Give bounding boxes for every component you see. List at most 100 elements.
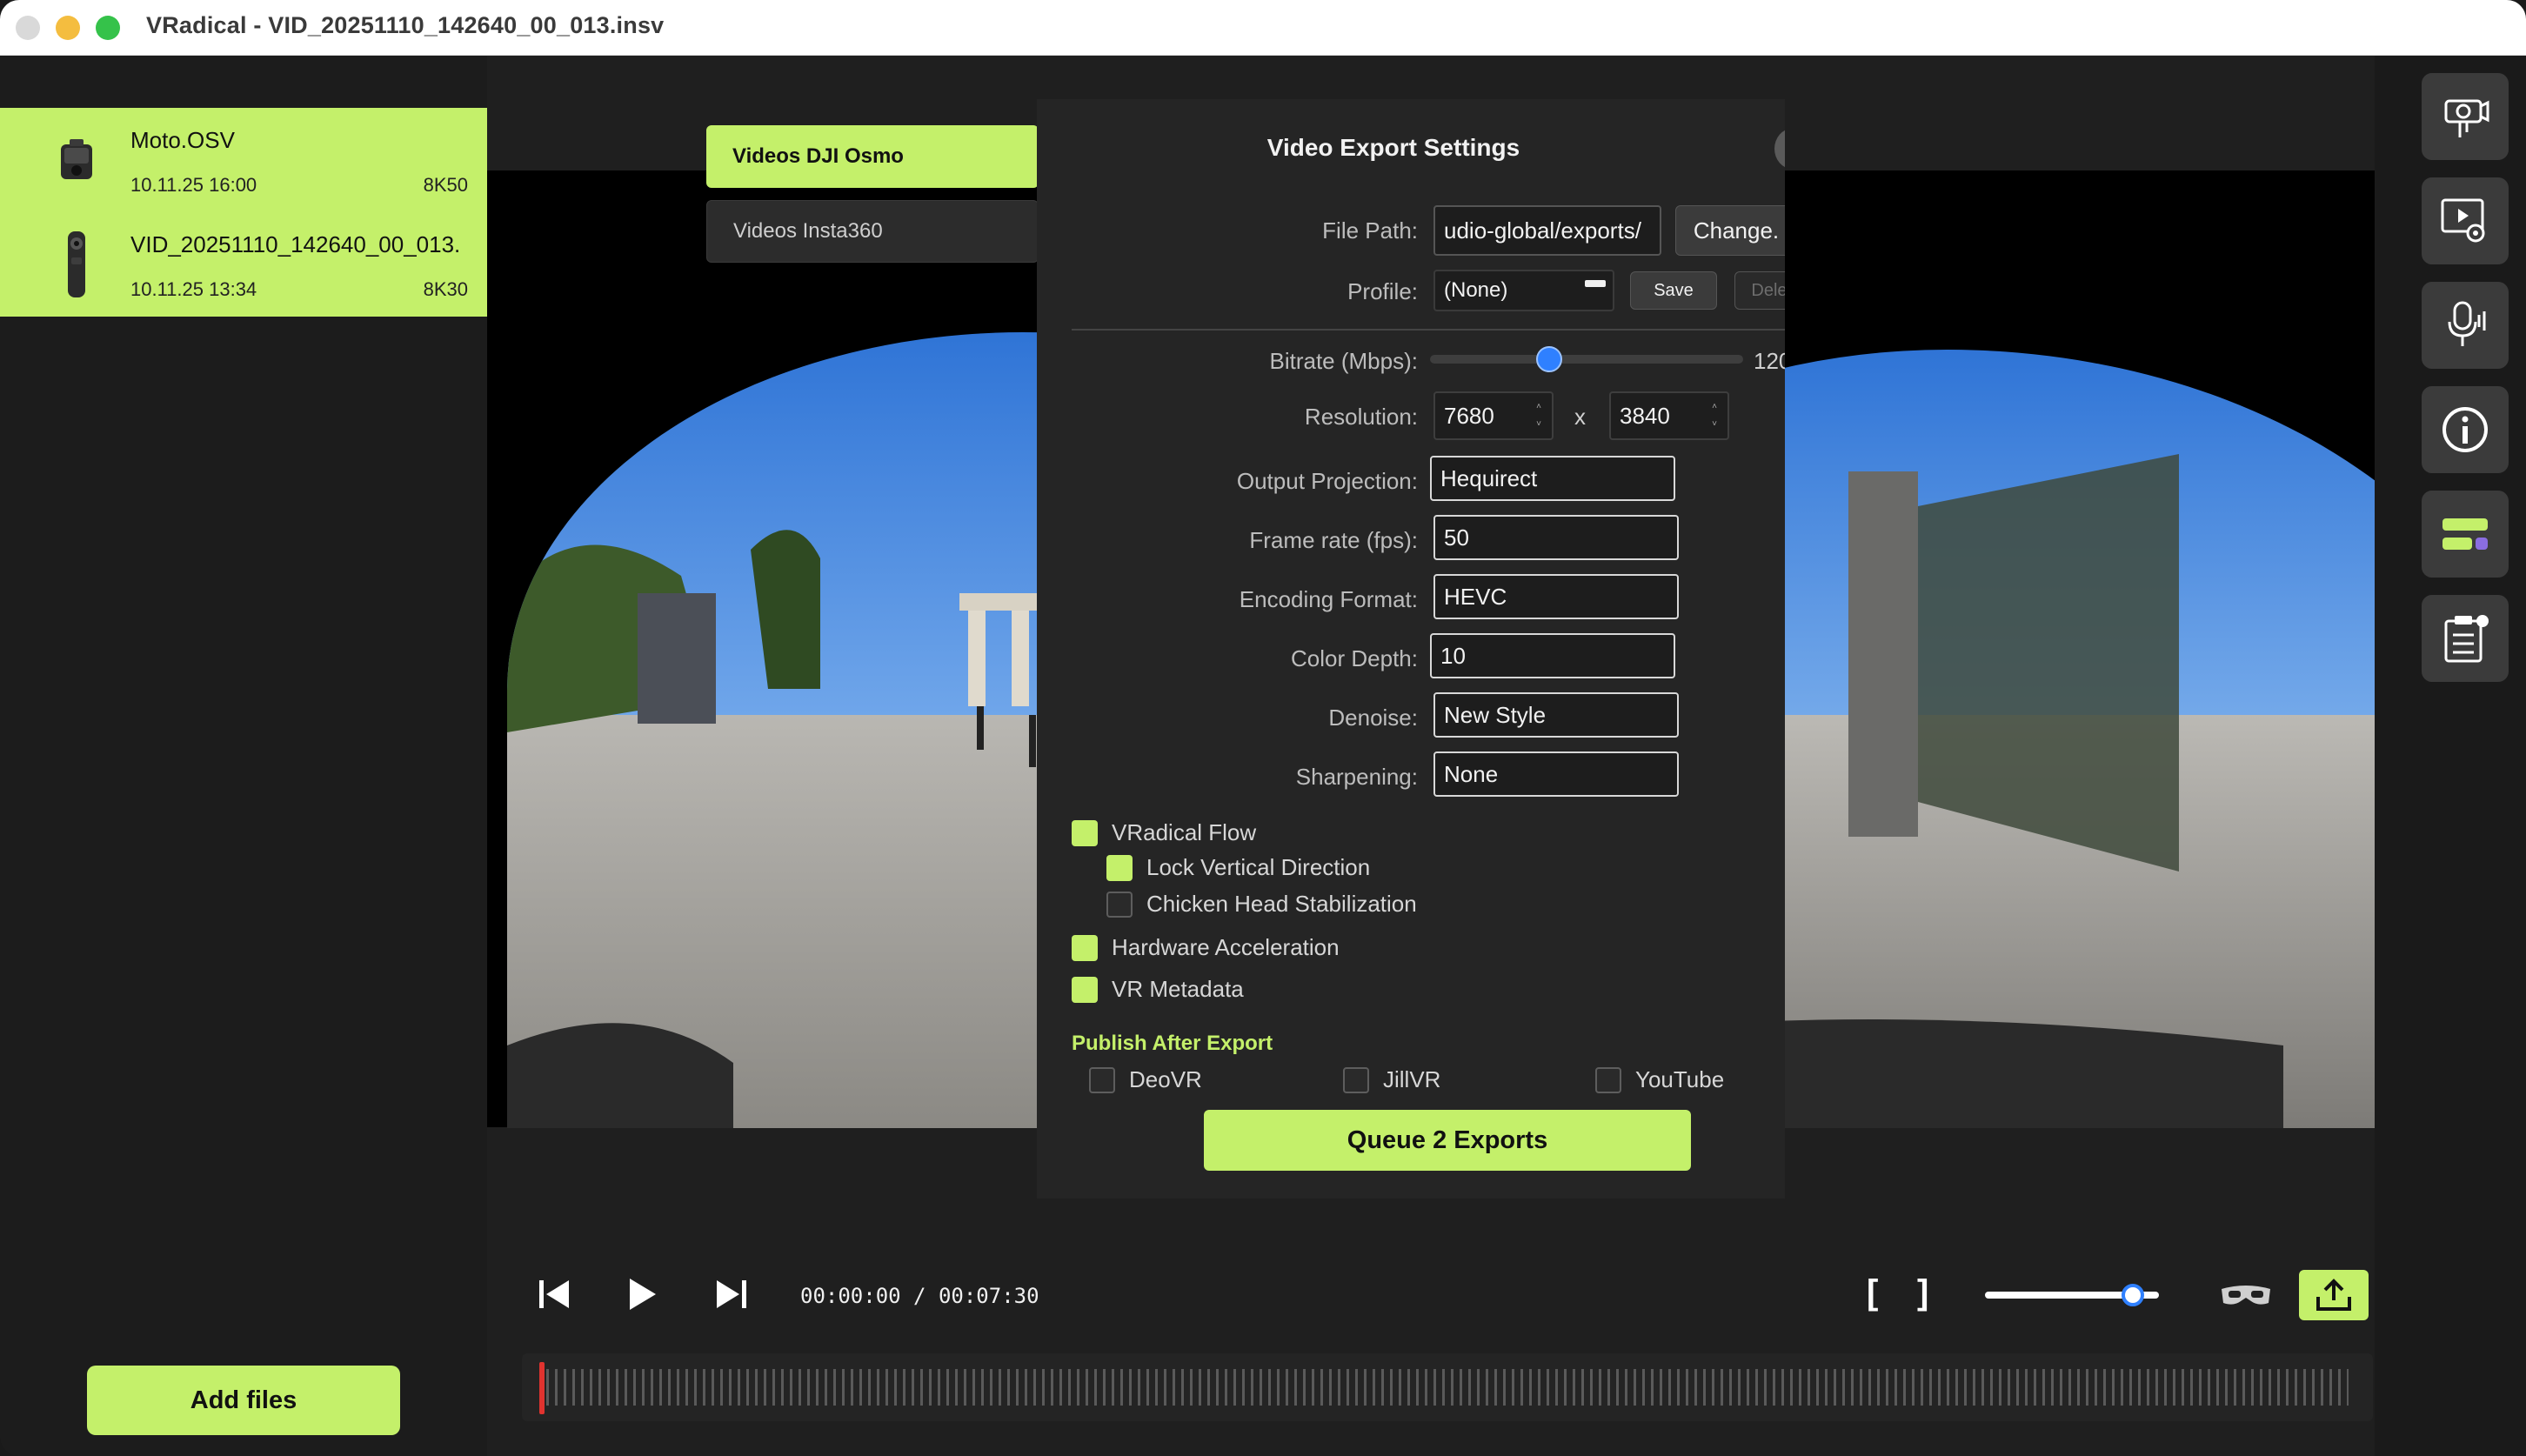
queue-exports-button[interactable]: Queue 2 Exports (1204, 1110, 1691, 1171)
file-list-item[interactable]: Moto.OSV 10.11.25 16:00 8K50 (0, 108, 487, 212)
deovr-checkbox[interactable]: DeoVR (1089, 1066, 1202, 1093)
checkbox-unchecked-icon (1595, 1066, 1621, 1093)
output-projection-select[interactable]: Hequirect (1430, 456, 1675, 501)
window-title: VRadical - VID_20251110_142640_00_013.in… (146, 12, 665, 38)
panel-title: Video Export Settings (1266, 134, 1520, 161)
chicken-head-stabilization-checkbox[interactable]: Chicken Head Stabilization (1106, 891, 1417, 918)
bitrate-slider-thumb[interactable] (1535, 346, 1562, 372)
audio-settings-button[interactable] (2422, 282, 2509, 369)
color-depth-select[interactable]: 10 (1430, 633, 1675, 678)
timeline-track[interactable] (546, 1369, 2349, 1406)
encoding-format-select[interactable]: HEVC (1433, 574, 1679, 619)
tool-rail (2375, 56, 2526, 1456)
timeline-zoom-thumb[interactable] (2122, 1284, 2144, 1306)
youtube-label: YouTube (1635, 1066, 1725, 1092)
clipboard-list-icon (2444, 615, 2489, 663)
export-settings-panel: Video Export Settings File Path: udio-gl… (1037, 99, 1785, 1199)
timecode: 00:00:00 / 00:07:30 (800, 1284, 1039, 1308)
file-path-field[interactable]: udio-global/exports/ (1433, 205, 1661, 256)
export-settings-toggle-button[interactable] (2422, 491, 2509, 578)
resolution-height: 3840 (1620, 402, 1670, 429)
chicken-head-stabilization-label: Chicken Head Stabilization (1146, 891, 1417, 917)
file-resolution: 8K50 (423, 174, 468, 196)
vr-headset-icon[interactable] (2218, 1280, 2274, 1312)
minimize-window-button[interactable] (56, 16, 80, 40)
audio-icon (2448, 301, 2486, 346)
checkbox-unchecked-icon (1106, 891, 1133, 918)
set-in-point-button[interactable]: [ (1867, 1273, 1878, 1312)
set-out-point-button[interactable]: ] (1917, 1273, 1928, 1312)
divider (1072, 329, 1785, 331)
tab-videos-dji-osmo[interactable]: Videos DJI Osmo (706, 125, 1039, 188)
export-button[interactable] (2299, 1270, 2369, 1320)
video-settings-button[interactable] (2422, 177, 2509, 264)
frame-rate-select[interactable]: 50 (1433, 515, 1679, 560)
info-icon (2442, 407, 2488, 452)
resolution-height-field[interactable]: 3840 ˄ ˅ (1609, 391, 1729, 440)
save-profile-button[interactable]: Save (1630, 271, 1717, 310)
encoding-format-label: Encoding Format: (1239, 586, 1418, 612)
change-path-button[interactable]: Change. (1675, 205, 1785, 256)
app-window: VRadical - VID_20251110_142640_00_013.in… (0, 0, 2526, 1456)
sharpening-label: Sharpening: (1295, 764, 1418, 790)
add-files-button[interactable]: Add files (87, 1366, 400, 1435)
info-button[interactable] (2422, 386, 2509, 473)
checkbox-unchecked-icon (1089, 1066, 1115, 1093)
resolution-width-field[interactable]: 7680 ˄ ˅ (1433, 391, 1554, 440)
profile-value: (None) (1444, 278, 1508, 302)
hardware-acceleration-checkbox[interactable]: Hardware Acceleration (1072, 934, 1340, 961)
timeline[interactable] (522, 1353, 2373, 1421)
lock-vertical-direction-label: Lock Vertical Direction (1146, 854, 1371, 880)
lock-vertical-direction-checkbox[interactable]: Lock Vertical Direction (1106, 854, 1370, 881)
maximize-window-button[interactable] (96, 16, 120, 40)
width-stepper-icon[interactable]: ˄ ˅ (1531, 398, 1547, 433)
sharpening-select[interactable]: None (1433, 751, 1679, 797)
export-queue-button[interactable] (2422, 595, 2509, 682)
dropdown-icon (1585, 280, 1606, 287)
delete-profile-button[interactable]: Dele (1734, 271, 1785, 310)
play-icon[interactable] (623, 1275, 661, 1313)
vradical-flow-label: VRadical Flow (1112, 819, 1257, 845)
action-camera-icon (61, 139, 92, 179)
checkbox-checked-icon (1072, 819, 1098, 846)
file-resolution: 8K30 (423, 278, 468, 300)
main-area: Videos DJI Osmo Videos Insta360 Video Ex… (487, 56, 2526, 1456)
jillvr-checkbox[interactable]: JillVR (1343, 1066, 1440, 1093)
checkbox-unchecked-icon (1343, 1066, 1369, 1093)
hardware-acceleration-label: Hardware Acceleration (1112, 934, 1340, 960)
frame-rate-label: Frame rate (fps): (1249, 527, 1418, 553)
output-projection-label: Output Projection: (1236, 468, 1418, 494)
close-panel-button[interactable] (1774, 129, 1785, 169)
skip-to-end-icon[interactable] (712, 1275, 750, 1313)
skip-to-start-icon[interactable] (536, 1275, 574, 1313)
video-gear-icon (2441, 198, 2485, 243)
vradical-flow-checkbox[interactable]: VRadical Flow (1072, 819, 1256, 846)
tab-videos-insta360[interactable]: Videos Insta360 (706, 200, 1039, 263)
camera-settings-icon (2444, 99, 2489, 137)
upload-icon (2316, 1279, 2351, 1311)
bitrate-value: 120 (1754, 348, 1785, 374)
file-list-item[interactable]: VID_20251110_142640_00_013. 10.11.25 13:… (0, 212, 487, 317)
checkbox-checked-icon (1072, 934, 1098, 961)
toggles-icon (2442, 518, 2488, 550)
vr-metadata-checkbox[interactable]: VR Metadata (1072, 976, 1244, 1003)
file-date: 10.11.25 16:00 (130, 174, 257, 196)
denoise-select[interactable]: New Style (1433, 692, 1679, 738)
deovr-label: DeoVR (1129, 1066, 1202, 1092)
resolution-label: Resolution: (1304, 404, 1418, 430)
denoise-label: Denoise: (1328, 705, 1418, 731)
profile-select[interactable]: (None) (1433, 270, 1614, 311)
vr-metadata-label: VR Metadata (1112, 976, 1244, 1002)
resolution-width: 7680 (1444, 402, 1494, 429)
file-sidebar: Moto.OSV 10.11.25 16:00 8K50 VID_2025111… (0, 56, 487, 1456)
resolution-separator: x (1574, 404, 1586, 430)
bitrate-slider-track[interactable] (1430, 355, 1743, 364)
height-stepper-icon[interactable]: ˄ ˅ (1707, 398, 1722, 433)
file-path-label: File Path: (1322, 217, 1418, 244)
bitrate-label: Bitrate (Mbps): (1269, 348, 1419, 374)
checkbox-checked-icon (1072, 976, 1098, 1003)
camera-settings-button[interactable] (2422, 73, 2509, 160)
playhead[interactable] (539, 1362, 545, 1414)
close-window-button[interactable] (16, 16, 40, 40)
youtube-checkbox[interactable]: YouTube (1595, 1066, 1724, 1093)
